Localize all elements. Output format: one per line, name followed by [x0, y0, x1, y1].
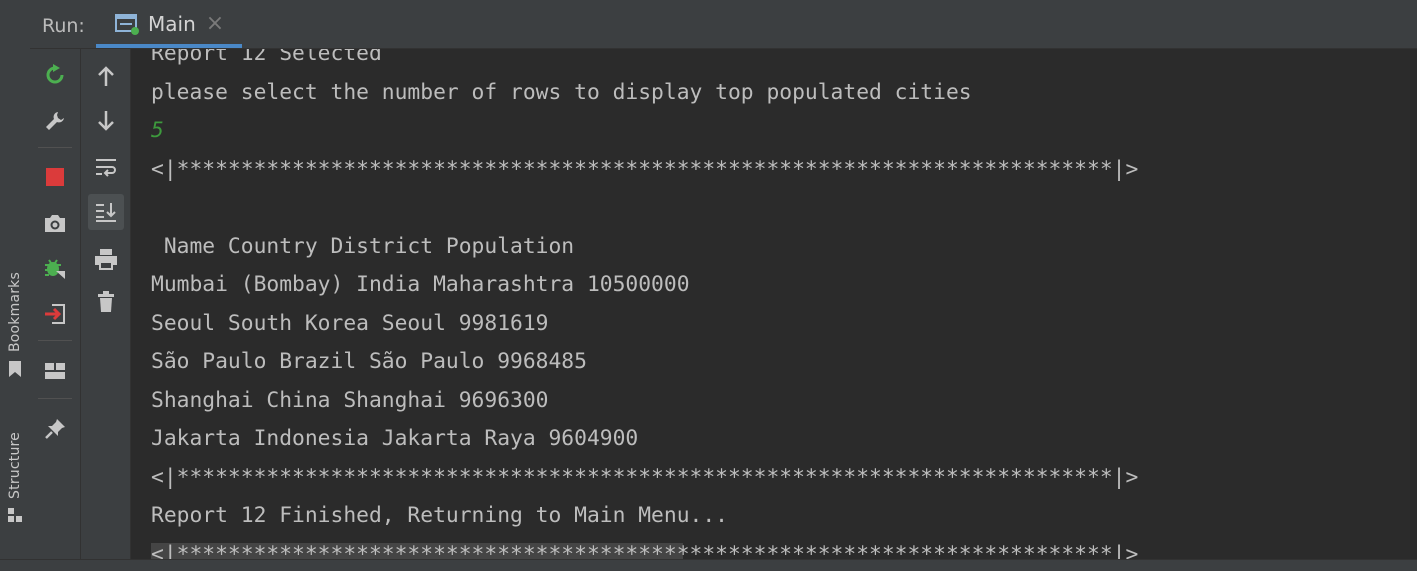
console-output[interactable]: Report 12 Selected please select the num…: [131, 49, 1417, 559]
scroll-to-end-button[interactable]: [88, 194, 124, 230]
console-line[interactable]: <|**************************************…: [151, 157, 1138, 182]
console-line[interactable]: Report 12 Selected: [151, 49, 382, 66]
run-toolbar-primary: [30, 49, 81, 559]
console-line[interactable]: Mumbai (Bombay) India Maharashtra 105000…: [151, 272, 690, 297]
screenshot-button[interactable]: [38, 206, 72, 240]
toolbar-divider: [38, 340, 72, 341]
print-icon: [95, 249, 117, 270]
scroll-down-button[interactable]: [89, 104, 123, 138]
toolbar-divider: [38, 147, 72, 148]
exit-button[interactable]: [38, 297, 72, 331]
debug-icon: [45, 259, 65, 279]
run-toolbar-secondary: [81, 49, 131, 559]
bottom-tool-bar: [0, 559, 1417, 571]
tab-main-label: Main: [148, 12, 196, 36]
debug-button[interactable]: [38, 252, 72, 286]
run-config-icon: [115, 14, 139, 35]
print-button[interactable]: [89, 242, 123, 276]
structure-icon: [8, 507, 22, 522]
console-line[interactable]: Shanghai China Shanghai 9696300: [151, 388, 548, 413]
tab-main[interactable]: Main ×: [96, 0, 242, 48]
layout-icon: [45, 363, 65, 379]
console-line[interactable]: <|**************************************…: [151, 542, 1138, 559]
active-tab-indicator: [96, 44, 242, 48]
run-label: Run:: [42, 15, 85, 37]
layout-button[interactable]: [38, 354, 72, 388]
wrench-icon: [46, 112, 64, 130]
scroll-up-button[interactable]: [89, 59, 123, 93]
arrow-up-icon: [98, 66, 114, 86]
stop-icon: [46, 168, 64, 186]
console-line[interactable]: São Paulo Brazil São Paulo 9968485: [151, 349, 587, 374]
pin-icon: [45, 419, 65, 439]
console-line[interactable]: Jakarta Indonesia Jakarta Raya 9604900: [151, 426, 638, 451]
structure-tab-label: Structure: [7, 432, 23, 499]
camera-icon: [45, 215, 65, 232]
bookmarks-tab[interactable]: Bookmarks: [3, 272, 27, 378]
console-user-input[interactable]: 5: [151, 118, 164, 143]
soft-wrap-button[interactable]: [89, 150, 123, 184]
structure-tab[interactable]: Structure: [3, 432, 27, 523]
console-line[interactable]: Report 12 Finished, Returning to Main Me…: [151, 503, 728, 528]
toolbar-divider: [38, 398, 72, 399]
console-line[interactable]: <|**************************************…: [151, 465, 1138, 490]
clear-button[interactable]: [89, 285, 123, 319]
run-tool-window-header: Run: Main ×: [30, 0, 1417, 49]
close-icon[interactable]: ×: [206, 13, 224, 35]
bookmark-icon: [9, 361, 21, 378]
rerun-icon: [46, 64, 64, 84]
trash-icon: [98, 291, 114, 312]
pin-button[interactable]: [38, 412, 72, 446]
rerun-button[interactable]: [38, 58, 72, 92]
soft-wrap-icon: [96, 159, 116, 177]
arrow-down-icon: [98, 111, 114, 131]
side-tool-strip: Bookmarks Structure: [0, 0, 31, 570]
settings-button[interactable]: [38, 104, 72, 138]
console-line[interactable]: Seoul South Korea Seoul 9981619: [151, 311, 548, 336]
console-line[interactable]: Name Country District Population: [151, 234, 574, 259]
scroll-to-end-icon: [96, 203, 116, 222]
bookmarks-tab-label: Bookmarks: [7, 272, 23, 353]
exit-icon: [45, 304, 65, 324]
stop-button[interactable]: [38, 160, 72, 194]
console-line[interactable]: please select the number of rows to disp…: [151, 80, 972, 105]
